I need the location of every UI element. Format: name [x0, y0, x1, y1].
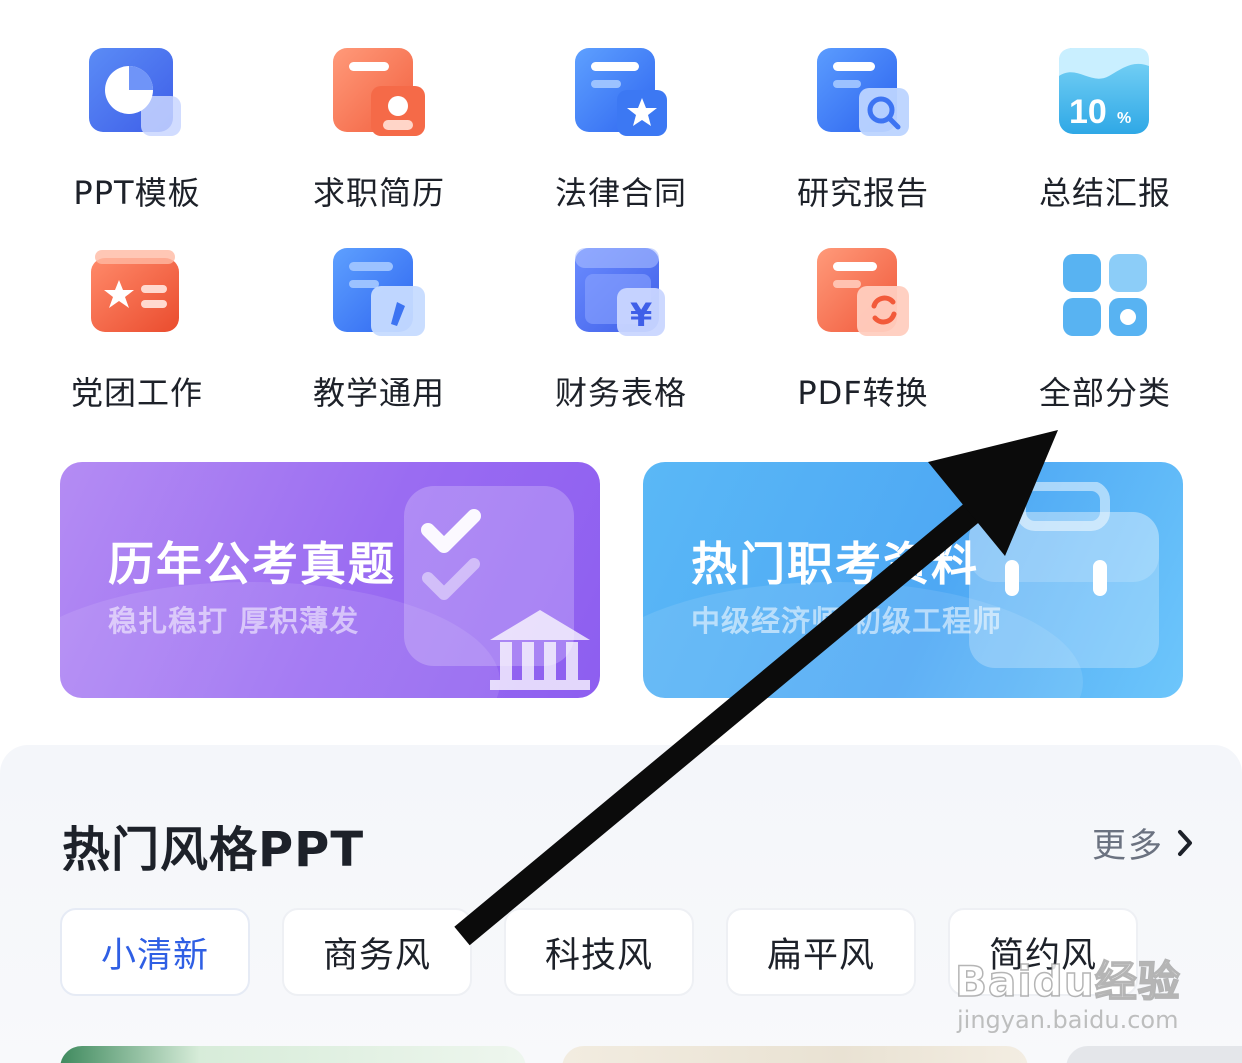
watermark-url: jingyan.baidu.com [957, 1006, 1179, 1034]
resume-icon [331, 40, 427, 140]
category-grid: PPT模板 求职简历 法律合同 研究报告 10 % 总结汇报 党团工作 教学通用… [16, 40, 1226, 440]
yen-glyph: ¥ [630, 296, 652, 334]
chart-10-percent-icon: 10 % [1057, 40, 1153, 140]
briefcase-icon [969, 482, 1159, 668]
banner-title: 历年公考真题 [108, 537, 396, 591]
more-link[interactable]: 更多 [1092, 818, 1194, 867]
category-legal-contract[interactable]: 法律合同 [500, 40, 742, 240]
chip-tech[interactable]: 科技风 [504, 908, 694, 996]
chevron-right-icon [1178, 829, 1192, 856]
category-summary-report[interactable]: 10 % 总结汇报 [984, 40, 1226, 240]
banner-title: 热门职考资料 [691, 537, 979, 591]
category-research-report[interactable]: 研究报告 [742, 40, 984, 240]
category-label: 总结汇报 [1038, 174, 1171, 212]
category-party-work[interactable]: 党团工作 [16, 240, 258, 440]
pie-chart-icon [89, 40, 185, 140]
pencil-doc-icon [331, 240, 427, 340]
chip-fresh[interactable]: 小清新 [60, 908, 250, 996]
category-label: 党团工作 [70, 374, 203, 412]
more-label: 更多 [1092, 826, 1164, 866]
category-pdf-convert[interactable]: PDF转换 [742, 240, 984, 440]
exam-papers-banner[interactable]: 历年公考真题 稳扎稳打 厚积薄发 [60, 462, 600, 698]
party-star-card-icon [89, 240, 185, 340]
template-thumbnails [60, 1046, 1242, 1063]
yen-doc-icon: ¥ [573, 240, 669, 340]
badge-unit: % [1117, 110, 1131, 127]
category-label: 全部分类 [1038, 374, 1171, 412]
banner-subtitle: 稳扎稳打 厚积薄发 [108, 604, 360, 638]
contract-star-icon [573, 40, 669, 140]
banner-subtitle: 中级经济师 初级工程师 [691, 604, 1003, 638]
category-resume[interactable]: 求职简历 [258, 40, 500, 240]
category-label: 财务表格 [554, 374, 687, 412]
pdf-convert-icon [815, 240, 911, 340]
badge-value: 10 [1069, 93, 1107, 131]
template-thumbnail[interactable] [60, 1046, 526, 1063]
career-exam-banner[interactable]: 热门职考资料 中级经济师 初级工程师 [643, 462, 1183, 698]
category-ppt-template[interactable]: PPT模板 [16, 40, 258, 240]
all-categories-grid-icon [1057, 240, 1153, 340]
category-label: 法律合同 [554, 174, 687, 212]
category-finance-sheet[interactable]: ¥ 财务表格 [500, 240, 742, 440]
chip-flat[interactable]: 扁平风 [726, 908, 916, 996]
checklist-building-icon [404, 486, 590, 690]
template-thumbnail[interactable] [1066, 1046, 1242, 1063]
category-label: 研究报告 [796, 174, 929, 212]
watermark-logo: Baidu经验 [954, 956, 1181, 1007]
chip-business[interactable]: 商务风 [282, 908, 472, 996]
template-thumbnail[interactable] [562, 1046, 1028, 1063]
category-label: 教学通用 [312, 374, 445, 412]
category-label: 求职简历 [312, 174, 445, 212]
category-all[interactable]: 全部分类 [984, 240, 1226, 440]
category-label: PDF转换 [797, 374, 929, 412]
baidu-watermark: Baidu经验 jingyan.baidu.com [954, 948, 1181, 1034]
category-teaching[interactable]: 教学通用 [258, 240, 500, 440]
category-label: PPT模板 [73, 174, 201, 212]
section-title: 热门风格PPT [62, 822, 365, 878]
report-search-icon [815, 40, 911, 140]
